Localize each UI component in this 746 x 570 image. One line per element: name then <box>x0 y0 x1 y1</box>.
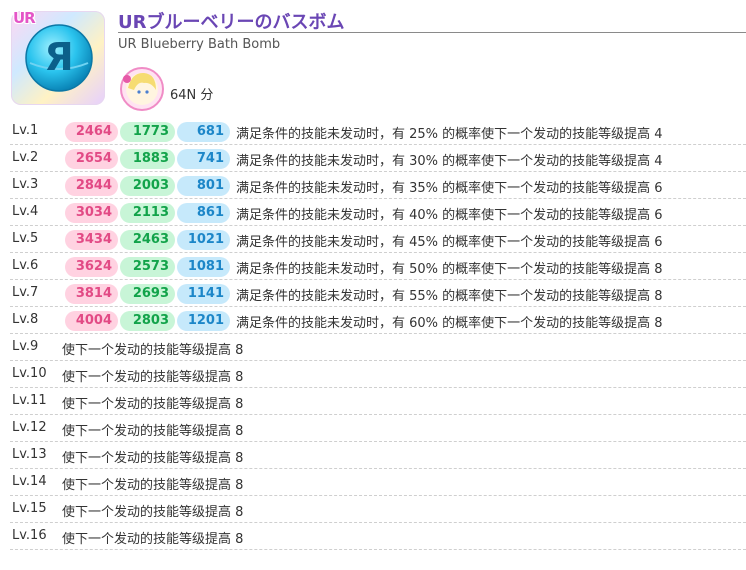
skill-description: 使下一个发动的技能等级提高 8 <box>62 532 244 547</box>
level-label: Lv.1 <box>12 123 39 138</box>
level-label: Lv.15 <box>12 501 47 516</box>
pure-stat: 2463 <box>120 230 175 250</box>
skill-description: 满足条件的技能未发动时，有 30% 的概率使下一个发动的技能等级提高 4 <box>236 154 663 169</box>
level-label: Lv.5 <box>12 231 39 246</box>
skill-description: 使下一个发动的技能等级提高 8 <box>62 343 244 358</box>
item-subtitle: UR Blueberry Bath Bomb <box>118 37 281 52</box>
smile-stat: 2844 <box>65 176 118 196</box>
smile-stat: 3434 <box>65 230 118 250</box>
level-row: Lv.7 3814 2693 1141 满足条件的技能未发动时，有 55% 的概率使下一… <box>10 280 746 307</box>
skill-description: 使下一个发动的技能等级提高 8 <box>62 397 244 412</box>
pure-stat: 1773 <box>120 122 175 142</box>
character-avatar-icon[interactable] <box>118 66 166 112</box>
level-row: Lv.1 2464 1773 681 满足条件的技能未发动时，有 25% 的概率使下一个… <box>10 118 746 145</box>
smile-stat: 4004 <box>65 311 118 331</box>
level-label: Lv.6 <box>12 258 39 273</box>
level-label: Lv.14 <box>12 474 47 489</box>
pure-stat: 2573 <box>120 257 175 277</box>
skill-description: 使下一个发动的技能等级提高 8 <box>62 451 244 466</box>
skill-description: 使下一个发动的技能等级提高 8 <box>62 478 244 493</box>
bath-bomb-icon: Я <box>25 24 93 92</box>
level-row: Lv.9 使下一个发动的技能等级提高 8 <box>10 334 746 361</box>
cool-stat: 1201 <box>177 311 230 331</box>
cool-stat: 861 <box>177 203 230 223</box>
pure-stat: 2803 <box>120 311 175 331</box>
smile-stat: 2654 <box>65 149 118 169</box>
level-row: Lv.6 3624 2573 1081 满足条件的技能未发动时，有 50% 的概率使下一… <box>10 253 746 280</box>
level-label: Lv.13 <box>12 447 47 462</box>
level-row: Lv.16 使下一个发动的技能等级提高 8 <box>10 523 746 550</box>
level-label: Lv.4 <box>12 204 39 219</box>
level-label: Lv.9 <box>12 339 39 354</box>
item-title: URブルーベリーのバスボム <box>118 12 345 33</box>
cool-stat: 681 <box>177 122 230 142</box>
skill-description: 满足条件的技能未发动时，有 55% 的概率使下一个发动的技能等级提高 8 <box>236 289 663 304</box>
pure-stat: 2113 <box>120 203 175 223</box>
skill-description: 满足条件的技能未发动时，有 25% 的概率使下一个发动的技能等级提高 4 <box>236 127 663 142</box>
skill-description: 满足条件的技能未发动时，有 60% 的概率使下一个发动的技能等级提高 8 <box>236 316 663 331</box>
level-label: Lv.12 <box>12 420 47 435</box>
rarity-badge: UR <box>13 9 36 27</box>
level-row: Lv.15 使下一个发动的技能等级提高 8 <box>10 496 746 523</box>
level-row: Lv.13 使下一个发动的技能等级提高 8 <box>10 442 746 469</box>
level-row: Lv.8 4004 2803 1201 满足条件的技能未发动时，有 60% 的概率使下一… <box>10 307 746 334</box>
cool-stat: 1141 <box>177 284 230 304</box>
smile-stat: 2464 <box>65 122 118 142</box>
skill-description: 满足条件的技能未发动时，有 40% 的概率使下一个发动的技能等级提高 6 <box>236 208 663 223</box>
level-label: Lv.2 <box>12 150 39 165</box>
skill-description: 使下一个发动的技能等级提高 8 <box>62 424 244 439</box>
level-label: Lv.3 <box>12 177 39 192</box>
level-row: Lv.10 使下一个发动的技能等级提高 8 <box>10 361 746 388</box>
level-row: Lv.2 2654 1883 741 满足条件的技能未发动时，有 30% 的概率使下一个… <box>10 145 746 172</box>
level-row: Lv.11 使下一个发动的技能等级提高 8 <box>10 388 746 415</box>
smile-stat: 3034 <box>65 203 118 223</box>
level-label: Lv.7 <box>12 285 39 300</box>
item-icon[interactable]: Я UR <box>11 9 105 105</box>
level-label: Lv.8 <box>12 312 39 327</box>
level-table: Lv.1 2464 1773 681 满足条件的技能未发动时，有 25% 的概率使下一个… <box>10 118 746 550</box>
level-label: Lv.10 <box>12 366 47 381</box>
pure-stat: 2693 <box>120 284 175 304</box>
item-header: Я UR URブルーベリーのバスボム UR Blueberry Bath Bom… <box>0 0 746 112</box>
level-row: Lv.4 3034 2113 861 满足条件的技能未发动时，有 40% 的概率使下一个… <box>10 199 746 226</box>
smile-stat: 3814 <box>65 284 118 304</box>
pure-stat: 1883 <box>120 149 175 169</box>
skill-description: 使下一个发动的技能等级提高 8 <box>62 505 244 520</box>
cool-stat: 1081 <box>177 257 230 277</box>
skill-description: 使下一个发动的技能等级提高 8 <box>62 370 244 385</box>
cost-label: 64N 分 <box>170 88 214 103</box>
cool-stat: 801 <box>177 176 230 196</box>
skill-description: 满足条件的技能未发动时，有 50% 的概率使下一个发动的技能等级提高 8 <box>236 262 663 277</box>
smile-stat: 3624 <box>65 257 118 277</box>
orb-letter: Я <box>44 35 73 79</box>
level-label: Lv.11 <box>12 393 47 408</box>
level-row: Lv.14 使下一个发动的技能等级提高 8 <box>10 469 746 496</box>
level-row: Lv.3 2844 2003 801 满足条件的技能未发动时，有 35% 的概率使下一个… <box>10 172 746 199</box>
skill-description: 满足条件的技能未发动时，有 45% 的概率使下一个发动的技能等级提高 6 <box>236 235 663 250</box>
skill-description: 满足条件的技能未发动时，有 35% 的概率使下一个发动的技能等级提高 6 <box>236 181 663 196</box>
title-divider <box>118 32 746 33</box>
cool-stat: 741 <box>177 149 230 169</box>
pure-stat: 2003 <box>120 176 175 196</box>
level-row: Lv.12 使下一个发动的技能等级提高 8 <box>10 415 746 442</box>
cool-stat: 1021 <box>177 230 230 250</box>
level-row: Lv.5 3434 2463 1021 满足条件的技能未发动时，有 45% 的概率使下一… <box>10 226 746 253</box>
level-label: Lv.16 <box>12 528 47 543</box>
